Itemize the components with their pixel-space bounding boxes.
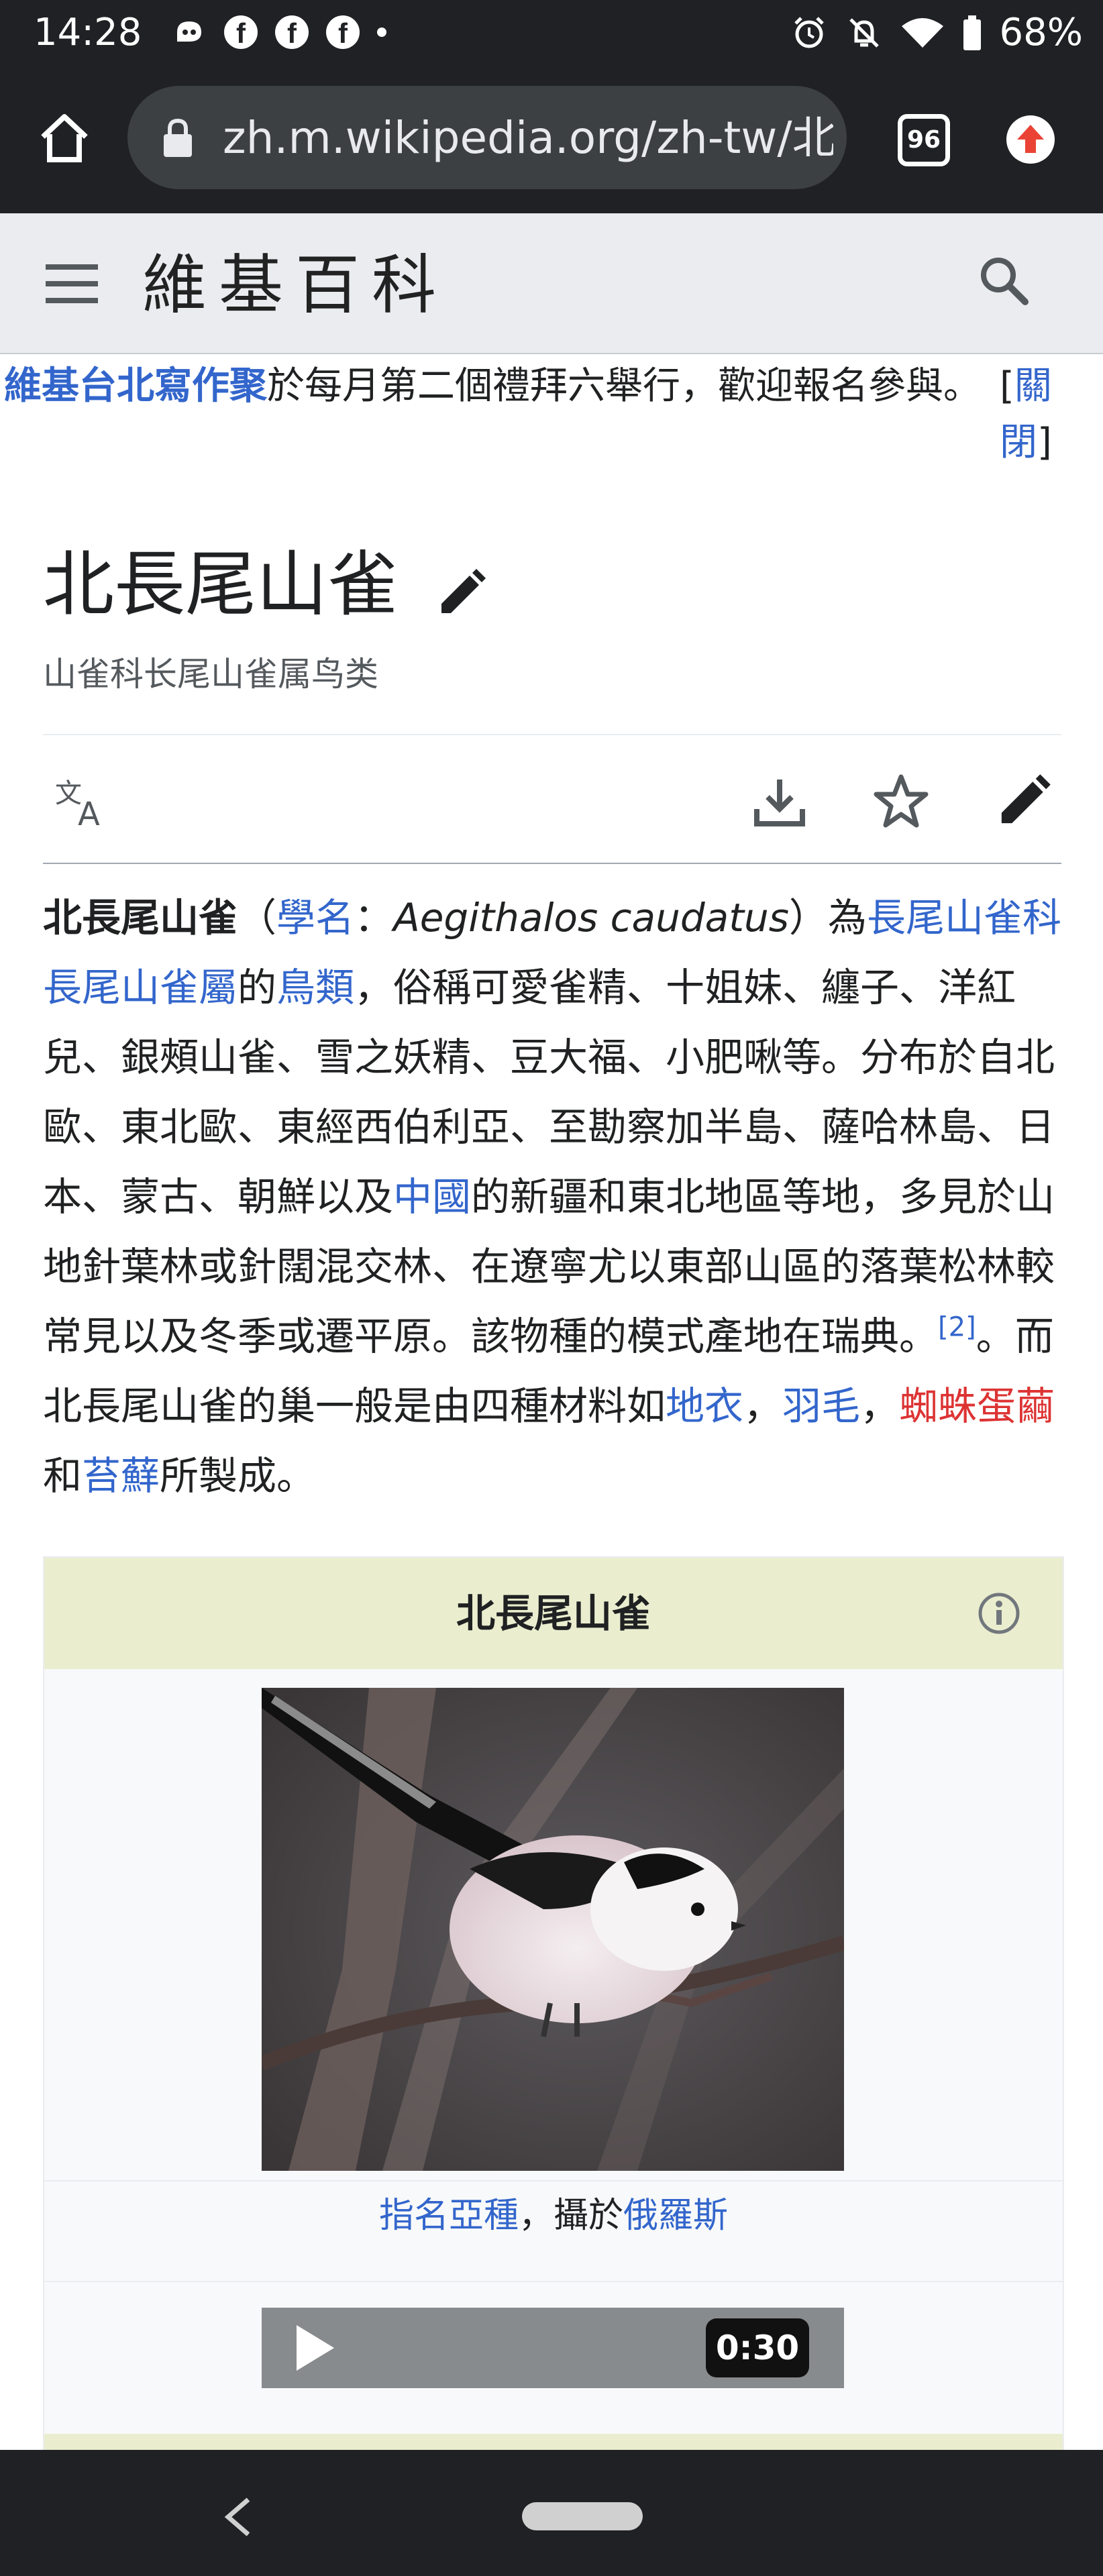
svg-text:A: A bbox=[78, 796, 100, 830]
infobox: 北長尾山雀 指名亞種，攝於俄羅斯 0:30 bbox=[43, 1556, 1064, 2518]
link-genus[interactable]: 長尾山雀屬 bbox=[43, 965, 238, 1010]
scientific-name: Aegithalos caudatus bbox=[393, 895, 789, 941]
article-paragraph: 北長尾山雀（學名：Aegithalos caudatus）為長尾山雀科長尾山雀屬… bbox=[43, 883, 1064, 1511]
tab-switcher-button[interactable]: 96 bbox=[898, 114, 950, 166]
language-icon[interactable]: 文 A bbox=[54, 774, 110, 830]
infobox-header: 北長尾山雀 bbox=[44, 1558, 1063, 1669]
link-nominate-subspecies[interactable]: 指名亞種 bbox=[379, 2196, 519, 2236]
wiki-wordmark[interactable]: 維基百科 bbox=[142, 246, 448, 325]
text: ， bbox=[743, 1383, 783, 1429]
alarm-icon bbox=[794, 17, 824, 48]
article-subject: 北長尾山雀 bbox=[43, 895, 238, 941]
reference-link[interactable]: [2] bbox=[938, 1312, 976, 1343]
lock-icon bbox=[164, 118, 192, 157]
battery-icon bbox=[963, 15, 981, 50]
site-notice-link[interactable]: 維基台北寫作聚 bbox=[4, 364, 267, 408]
home-pill[interactable] bbox=[522, 2502, 643, 2530]
page-title: 北長尾山雀 bbox=[43, 541, 399, 629]
site-notice-banner: 維基台北寫作聚於每月第二個禮拜六舉行，歡迎報名參與。 [關閉] bbox=[0, 354, 1103, 482]
site-notice-body: 於每月第二個禮拜六舉行，歡迎報名參與。 bbox=[267, 364, 981, 408]
messenger-icon bbox=[177, 21, 201, 42]
menu-icon[interactable] bbox=[46, 260, 98, 307]
text: ： bbox=[354, 895, 394, 941]
star-icon[interactable] bbox=[872, 773, 930, 830]
link-lichen[interactable]: 地衣 bbox=[666, 1383, 743, 1429]
bird-photo[interactable] bbox=[262, 1688, 844, 2171]
divider bbox=[43, 734, 1061, 735]
close-bracket-end: ] bbox=[1037, 421, 1052, 464]
audio-player[interactable]: 0:30 bbox=[262, 2308, 844, 2388]
system-status: 68% bbox=[790, 9, 1083, 56]
home-icon[interactable] bbox=[36, 110, 93, 166]
divider bbox=[43, 863, 1061, 864]
browser-toolbar: zh.m.wikipedia.org/zh-tw/北長尾山雀 96 bbox=[0, 68, 1103, 213]
infobox-divider bbox=[44, 2281, 1063, 2282]
redlink-spider-cocoon[interactable]: 蜘蛛蛋繭 bbox=[899, 1383, 1055, 1429]
edit-title-icon[interactable] bbox=[436, 568, 487, 619]
link-china[interactable]: 中國 bbox=[393, 1174, 471, 1220]
link-russia[interactable]: 俄羅斯 bbox=[623, 2196, 728, 2236]
link-scientific-name[interactable]: 學名 bbox=[276, 895, 354, 941]
text: ）為 bbox=[788, 895, 867, 941]
close-bracket-open: [ bbox=[1000, 364, 1014, 408]
link-feather[interactable]: 羽毛 bbox=[782, 1383, 860, 1429]
update-icon[interactable] bbox=[1005, 114, 1056, 165]
play-icon[interactable] bbox=[294, 2324, 337, 2372]
status-bar: 14:28 f f f 68% bbox=[0, 0, 1103, 68]
link-family[interactable]: 長尾山雀科 bbox=[867, 895, 1061, 941]
photo-caption: 指名亞種，攝於俄羅斯 bbox=[44, 2192, 1063, 2239]
battery-percent: 68% bbox=[999, 11, 1083, 54]
site-notice-close[interactable]: [關閉] bbox=[1000, 358, 1053, 471]
back-icon[interactable] bbox=[223, 2497, 252, 2537]
text: 和 bbox=[43, 1453, 83, 1499]
edit-icon[interactable] bbox=[996, 773, 1052, 829]
download-icon[interactable] bbox=[751, 774, 808, 830]
status-time: 14:28 bbox=[34, 11, 142, 54]
facebook-icon: f bbox=[224, 15, 258, 49]
link-birds[interactable]: 鳥類 bbox=[276, 965, 354, 1010]
text: 所製成。 bbox=[160, 1453, 316, 1499]
infobox-title: 北長尾山雀 bbox=[456, 1591, 651, 1636]
facebook-icon: f bbox=[275, 15, 309, 49]
search-icon[interactable] bbox=[976, 252, 1032, 309]
facebook-icon: f bbox=[326, 15, 360, 49]
site-notice-text: 維基台北寫作聚於每月第二個禮拜六舉行，歡迎報名參與。 bbox=[4, 358, 984, 415]
notification-icons: f f f bbox=[172, 15, 386, 50]
link-moss[interactable]: 苔蘚 bbox=[82, 1453, 160, 1499]
tab-count: 96 bbox=[906, 126, 941, 154]
dot-icon bbox=[377, 28, 386, 37]
caption-text: ，攝於 bbox=[518, 2196, 623, 2236]
text: （ bbox=[238, 895, 277, 941]
url-bar[interactable]: zh.m.wikipedia.org/zh-tw/北長尾山雀 bbox=[127, 86, 847, 189]
url-text[interactable]: zh.m.wikipedia.org/zh-tw/北長尾山雀 bbox=[223, 110, 833, 166]
bell-muted-icon bbox=[849, 18, 879, 48]
page-title-text: 北長尾山雀 bbox=[43, 543, 399, 626]
infobox-divider bbox=[44, 2180, 1063, 2182]
system-nav-bar bbox=[0, 2450, 1103, 2576]
wifi-icon bbox=[901, 18, 943, 48]
wiki-header: 維基百科 bbox=[0, 213, 1103, 354]
info-icon[interactable] bbox=[977, 1591, 1021, 1635]
text: ， bbox=[860, 1383, 900, 1429]
bird-photo-image bbox=[262, 1688, 844, 2171]
page-subtitle: 山雀科长尾山雀属鸟类 bbox=[43, 655, 378, 694]
audio-duration: 0:30 bbox=[706, 2318, 809, 2377]
text: 的 bbox=[238, 965, 277, 1010]
